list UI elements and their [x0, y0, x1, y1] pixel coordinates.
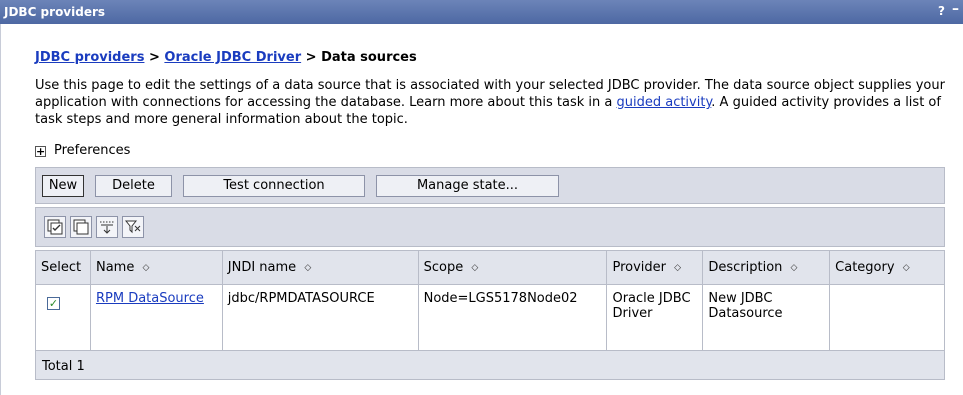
- cell-category: [829, 284, 945, 353]
- sort-icon[interactable]: ◇: [471, 263, 478, 272]
- preferences-label[interactable]: Preferences: [54, 143, 130, 158]
- manage-state-button[interactable]: Manage state...: [376, 175, 559, 197]
- cell-provider: Oracle JDBC Driver: [606, 284, 704, 353]
- guided-activity-link[interactable]: guided activity: [616, 95, 711, 110]
- column-header-jndi-name[interactable]: JNDI name ◇: [221, 250, 419, 285]
- clear-filter-icon[interactable]: [122, 216, 144, 238]
- sort-icon[interactable]: ◇: [142, 263, 149, 272]
- breadcrumb-separator: >: [301, 50, 322, 65]
- breadcrumb: JDBC providers > Oracle JDBC Driver > Da…: [35, 50, 417, 65]
- delete-button[interactable]: Delete: [95, 175, 172, 197]
- window-titlebar: JDBC providers ? –: [0, 0, 963, 24]
- preferences-section[interactable]: + Preferences: [35, 143, 130, 158]
- table-total: Total 1: [35, 350, 945, 380]
- cell-name: RPM DataSource: [89, 284, 223, 353]
- column-header-scope[interactable]: Scope ◇: [417, 250, 608, 285]
- help-icon[interactable]: ?: [938, 4, 945, 18]
- column-header-name[interactable]: Name ◇: [89, 250, 223, 285]
- column-header-category[interactable]: Category ◇: [829, 250, 945, 285]
- cell-scope: Node=LGS5178Node02: [417, 284, 608, 353]
- table-header-row: Select Name ◇ JNDI name ◇ Scope ◇ Provid…: [35, 250, 945, 285]
- sort-icon[interactable]: ◇: [674, 263, 681, 272]
- sort-icon[interactable]: ◇: [903, 263, 910, 272]
- cell-description: New JDBC Datasource: [702, 284, 831, 353]
- column-header-select: Select: [35, 250, 91, 285]
- expand-icon[interactable]: +: [35, 146, 46, 157]
- new-button[interactable]: New: [42, 175, 84, 197]
- test-connection-button[interactable]: Test connection: [183, 175, 365, 197]
- breadcrumb-separator: >: [144, 50, 165, 65]
- column-header-description[interactable]: Description ◇: [702, 250, 831, 285]
- page-description: Use this page to edit the settings of a …: [35, 77, 945, 128]
- sort-icon[interactable]: ◇: [304, 263, 311, 272]
- select-all-icon[interactable]: [44, 216, 66, 238]
- data-sources-table: Select Name ◇ JNDI name ◇ Scope ◇ Provid…: [35, 250, 945, 353]
- sort-icon[interactable]: ◇: [791, 263, 798, 272]
- breadcrumb-current: Data sources: [321, 50, 417, 65]
- action-toolbar: New Delete Test connection Manage state.…: [35, 167, 945, 204]
- show-filter-icon[interactable]: [96, 216, 118, 238]
- cell-select: ✓: [35, 284, 91, 353]
- deselect-all-icon[interactable]: [70, 216, 92, 238]
- breadcrumb-jdbc-providers[interactable]: JDBC providers: [35, 50, 144, 65]
- left-border: [0, 24, 1, 395]
- breadcrumb-oracle-jdbc-driver[interactable]: Oracle JDBC Driver: [164, 50, 301, 65]
- window-title: JDBC providers: [4, 5, 106, 19]
- table-row: ✓ RPM DataSource jdbc/RPMDATASOURCE Node…: [35, 284, 945, 353]
- column-header-provider[interactable]: Provider ◇: [606, 250, 704, 285]
- selection-toolbar: [35, 207, 945, 247]
- row-select-checkbox[interactable]: ✓: [47, 297, 60, 310]
- datasource-name-link[interactable]: RPM DataSource: [96, 291, 204, 306]
- minimize-icon[interactable]: –: [952, 1, 959, 17]
- cell-jndi-name: jdbc/RPMDATASOURCE: [221, 284, 419, 353]
